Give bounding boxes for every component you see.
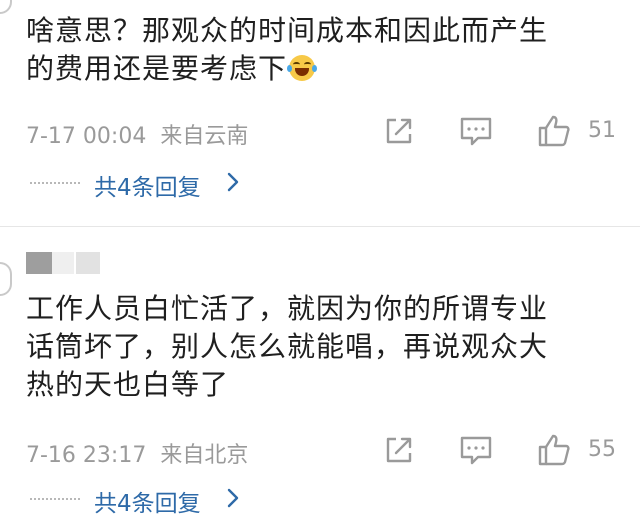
comment-1-text: 啥意思？那观众的时间成本和因此而产生 的费用还是要考虑下 — [26, 12, 616, 88]
comment-2-username-obscured[interactable] — [26, 252, 52, 274]
comment-2-text: 工作人员白忙活了，就因为你的所谓专业 话筒坏了，别人怎么就能唱，再说观众大 热的… — [26, 290, 616, 404]
replies-dots — [30, 498, 80, 502]
chevron-right-icon — [226, 170, 240, 200]
comment-2-like-count: 55 — [588, 437, 616, 462]
comment-1-line-2: 的费用还是要考虑下 — [26, 50, 616, 88]
comment-2-timestamp: 7-16 23:17 — [26, 443, 147, 468]
comment-1-meta-time: 7-17 00:04 来自云南 — [26, 118, 248, 150]
comment-2-meta-row: 7-16 23:17 来自北京 55 — [26, 433, 626, 469]
comment-2-replies-label: 共4条回复 — [94, 491, 201, 517]
replies-dots — [30, 182, 80, 186]
comment-2-line-1: 工作人员白忙活了，就因为你的所谓专业 — [26, 292, 549, 325]
comment-divider — [0, 226, 640, 227]
share-icon[interactable] — [382, 433, 416, 467]
comment-2-username-obscured-3 — [76, 252, 100, 274]
comment-icon[interactable] — [458, 433, 492, 467]
comment-2-source: 来自北京 — [160, 443, 249, 468]
comment-1-source: 来自云南 — [160, 124, 249, 149]
comment-1-like-count: 51 — [588, 118, 616, 143]
avatar-partial-top — [0, 0, 12, 14]
thumbs-up-icon[interactable] — [536, 114, 570, 148]
comment-2-username-obscured-2 — [52, 252, 74, 274]
thumbs-up-icon[interactable] — [536, 433, 570, 467]
comment-1-replies-label: 共4条回复 — [94, 175, 201, 201]
comment-icon[interactable] — [458, 114, 492, 148]
comment-2-line-2: 话筒坏了，别人怎么就能唱，再说观众大 — [26, 330, 549, 363]
chevron-right-icon — [226, 486, 240, 516]
comment-2-line-3: 热的天也白等了 — [26, 368, 230, 401]
comment-1-meta-row: 7-17 00:04 来自云南 51 — [26, 114, 626, 150]
comment-1-timestamp: 7-17 00:04 — [26, 124, 147, 149]
comment-1-line-1: 啥意思？那观众的时间成本和因此而产生 — [26, 14, 549, 47]
laughing-tears-emoji-icon — [287, 55, 318, 81]
share-icon[interactable] — [382, 114, 416, 148]
comment-2-avatar[interactable] — [0, 262, 12, 296]
comment-2-meta-time: 7-16 23:17 来自北京 — [26, 437, 248, 469]
